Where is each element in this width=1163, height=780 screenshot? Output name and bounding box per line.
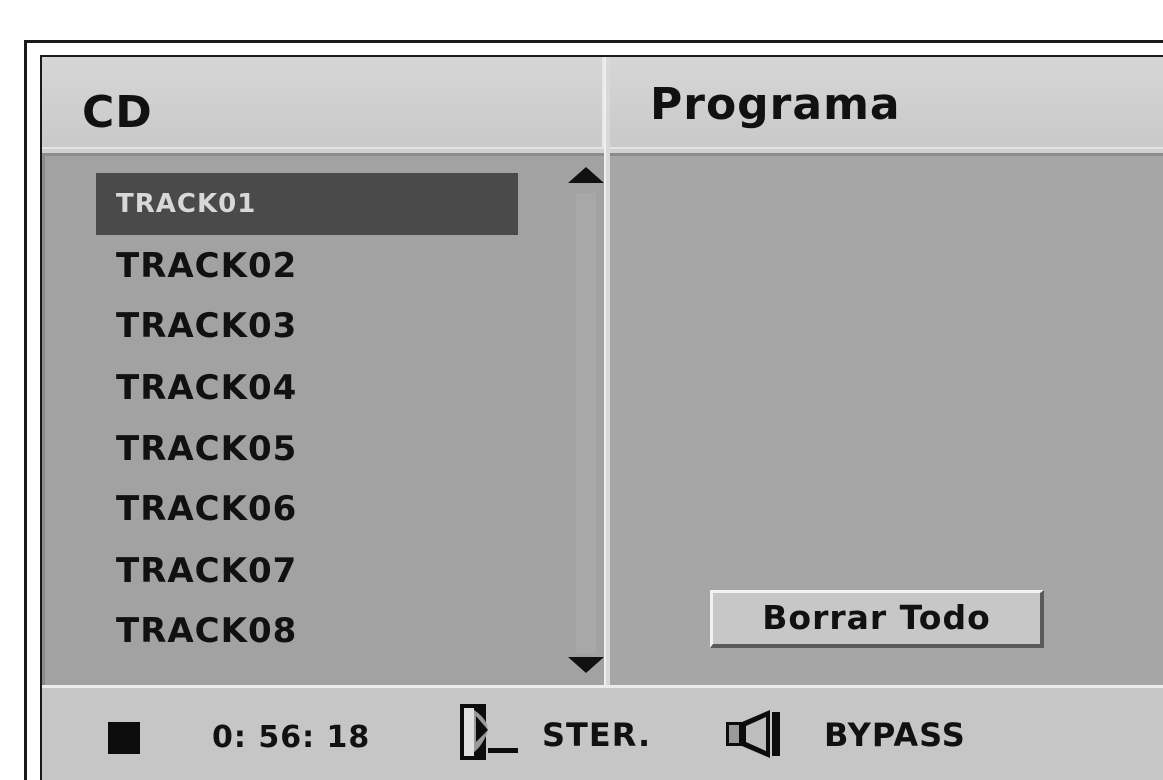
cd-title: CD <box>82 87 153 138</box>
track-item[interactable]: TRACK08 <box>96 603 518 659</box>
audio-channel-icon <box>460 704 518 760</box>
track-item[interactable]: TRACK01 <box>96 173 518 235</box>
speaker-icon <box>726 710 780 758</box>
audio-mode: STER. <box>542 716 652 754</box>
stop-icon <box>108 722 140 754</box>
track-item[interactable]: TRACK05 <box>96 421 518 477</box>
scrollbar-track[interactable] <box>576 193 596 653</box>
sound-mode: BYPASS <box>824 716 966 754</box>
program-title: Programa <box>650 79 901 130</box>
panel-divider <box>604 57 610 685</box>
track-item[interactable]: TRACK03 <box>96 298 518 354</box>
dvd-osd-screen: CD Programa TRACK01 TRACK02 TRACK03 TRACK04… <box>0 0 1163 780</box>
clear-all-button[interactable]: Borrar Todo <box>710 590 1044 648</box>
track-item[interactable]: TRACK02 <box>96 238 518 294</box>
track-item[interactable]: TRACK07 <box>96 543 518 599</box>
track-item[interactable]: TRACK06 <box>96 481 518 537</box>
playback-time: 0: 56: 18 <box>212 720 371 755</box>
cd-header: CD <box>42 57 604 149</box>
program-header: Programa <box>606 57 1163 149</box>
scroll-down-arrow-icon[interactable] <box>568 657 604 673</box>
scroll-up-arrow-icon[interactable] <box>568 167 604 183</box>
track-item[interactable]: TRACK04 <box>96 360 518 416</box>
status-bar: 0: 56: 18 STER. BYPASS <box>42 685 1163 780</box>
